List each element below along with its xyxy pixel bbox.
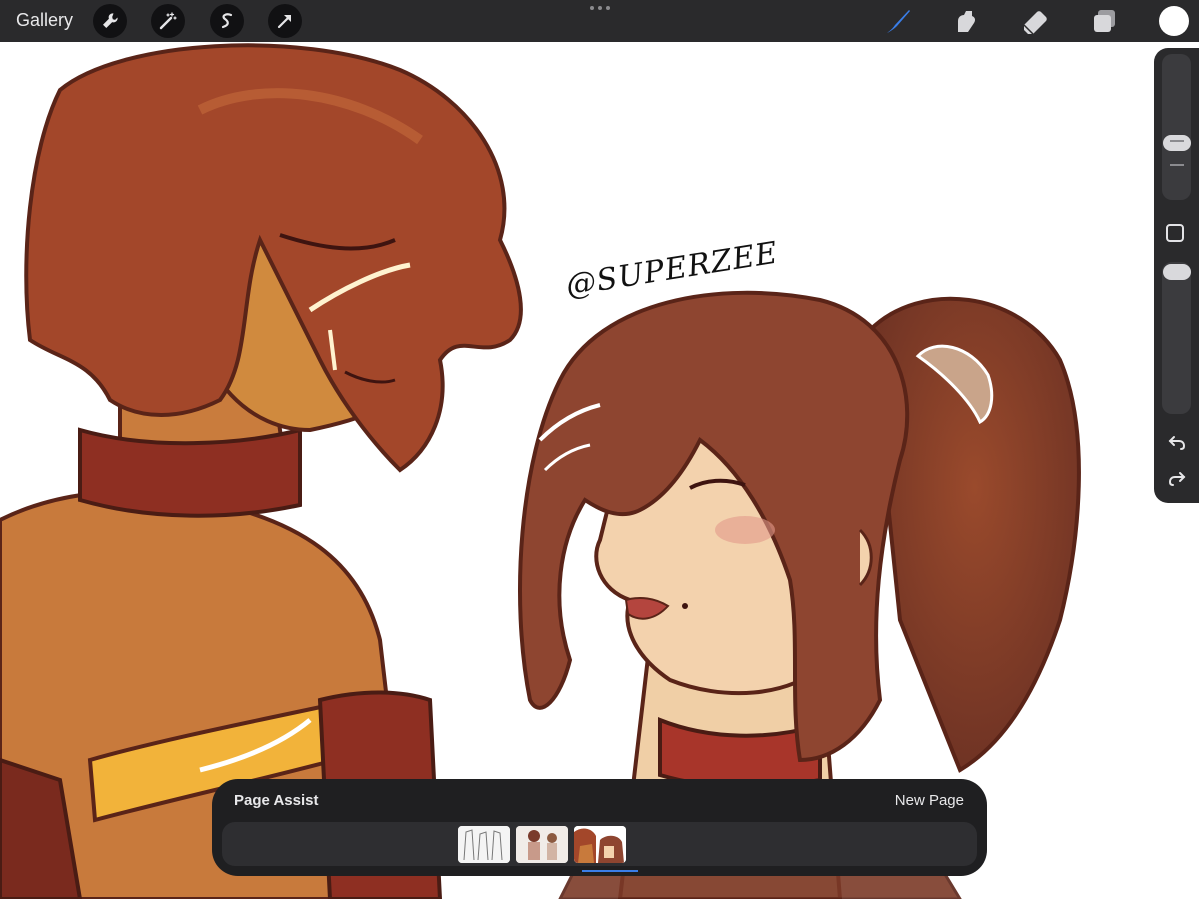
modify-square-icon[interactable] <box>1166 224 1184 242</box>
toolbar-grip[interactable] <box>590 6 610 12</box>
undo-icon <box>1168 436 1186 450</box>
brush-size-slider[interactable] <box>1162 54 1191 200</box>
magic-wand-icon <box>159 12 177 30</box>
drawing-canvas[interactable]: @SUPERZEE <box>0 42 1199 901</box>
opacity-thumb[interactable] <box>1163 264 1191 280</box>
artwork-illustration <box>0 43 1081 901</box>
page-assist-panel: Page Assist New Page <box>212 779 987 876</box>
redo-button[interactable] <box>1165 469 1189 489</box>
layers-button[interactable] <box>1088 5 1120 37</box>
new-page-button[interactable]: New Page <box>895 792 964 809</box>
selection-button[interactable] <box>210 4 244 38</box>
actions-button[interactable] <box>93 4 127 38</box>
page-thumbnail-2[interactable] <box>516 826 568 863</box>
current-artwork-thumbnail <box>574 826 626 863</box>
redo-icon <box>1168 472 1186 486</box>
eraser-icon <box>1023 11 1047 35</box>
brush-tool[interactable] <box>882 5 914 37</box>
layers-icon <box>1094 10 1115 32</box>
slider-tick <box>1170 164 1184 166</box>
sketch-page-thumbnail <box>458 826 510 863</box>
eraser-tool[interactable] <box>1019 5 1051 37</box>
brush-size-thumb[interactable] <box>1163 135 1191 151</box>
selection-icon <box>221 13 233 29</box>
page-assist-title: Page Assist <box>234 792 319 809</box>
transform-button[interactable] <box>268 4 302 38</box>
adjustments-button[interactable] <box>151 4 185 38</box>
page-thumbnail-3[interactable] <box>574 826 626 863</box>
selected-page-indicator <box>582 870 638 872</box>
page-thumbnail-strip <box>222 822 977 872</box>
slider-tick <box>1170 140 1184 142</box>
smudge-icon <box>958 11 976 32</box>
color-picker-button[interactable] <box>1159 6 1189 36</box>
opacity-slider[interactable] <box>1162 262 1191 414</box>
side-toolbar <box>1154 48 1199 503</box>
undo-button[interactable] <box>1165 433 1189 453</box>
gallery-button[interactable]: Gallery <box>16 10 73 31</box>
top-toolbar: Gallery <box>0 0 1199 42</box>
figures-page-thumbnail <box>516 826 568 863</box>
smudge-tool[interactable] <box>950 5 982 37</box>
transform-arrow-icon <box>277 15 291 29</box>
page-thumbnail-1[interactable] <box>458 826 510 863</box>
brush-icon <box>887 10 910 33</box>
wrench-icon <box>103 13 118 28</box>
